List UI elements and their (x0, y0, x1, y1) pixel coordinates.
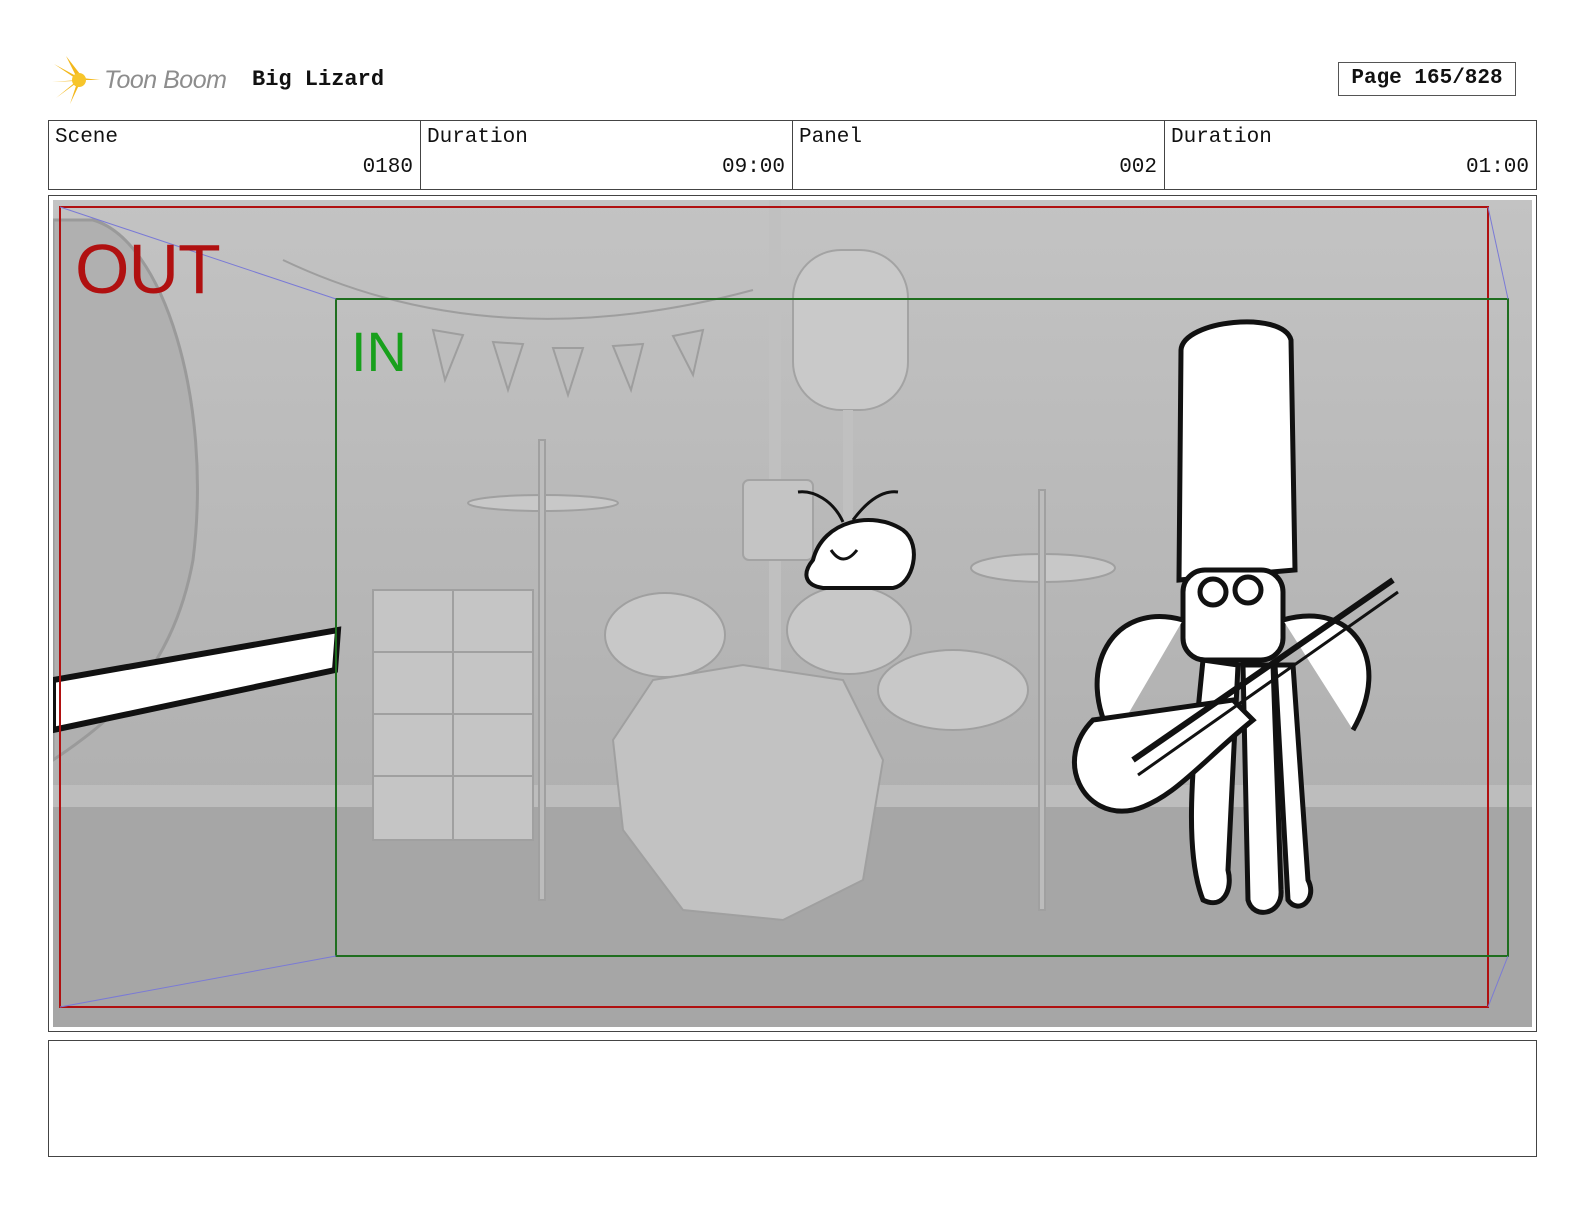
panel-value: 002 (1119, 156, 1157, 179)
panel-artwork: OUT IN (53, 200, 1532, 1027)
panel-notes (48, 1040, 1537, 1157)
panel-duration-cell: Duration 01:00 (1165, 121, 1536, 189)
toon-boom-logo: Toon Boom (52, 54, 242, 106)
in-frame-label: IN (351, 320, 407, 383)
scene-duration-label: Duration (427, 126, 528, 149)
panel-duration-label: Duration (1171, 126, 1272, 149)
panel-label: Panel (799, 126, 863, 149)
storyboard-panel: OUT IN (48, 195, 1537, 1032)
out-frame-label: OUT (75, 230, 221, 308)
scene-label: Scene (55, 126, 119, 149)
scene-cell: Scene 0180 (49, 121, 421, 189)
scene-duration-cell: Duration 09:00 (421, 121, 793, 189)
panel-duration-value: 01:00 (1465, 156, 1529, 179)
starburst-icon (52, 56, 100, 104)
scene-info-table: Scene 0180 Duration 09:00 Panel 002 Dura… (48, 120, 1537, 190)
logo-text: Toon Boom (104, 66, 227, 94)
scene-value: 0180 (362, 156, 413, 179)
panel-cell: Panel 002 (793, 121, 1165, 189)
page-number: Page 165/828 (1338, 62, 1516, 96)
project-title: Big Lizard (252, 67, 385, 92)
scene-illustration (53, 200, 1532, 1027)
page-header: Toon Boom Big Lizard Page 165/828 (52, 52, 1542, 108)
scene-duration-value: 09:00 (721, 156, 785, 179)
drawers-cabinet (372, 589, 534, 841)
